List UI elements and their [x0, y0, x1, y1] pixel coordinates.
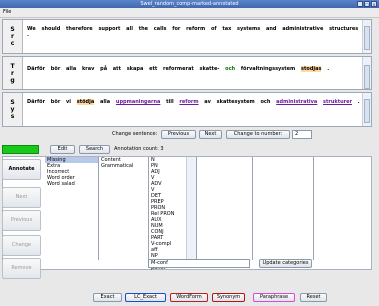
error-word[interactable]: stödja: [76, 99, 95, 105]
minimize-icon[interactable]: _: [357, 1, 363, 7]
marked-word[interactable]: administrativa: [276, 99, 317, 105]
lang-letter: g: [10, 76, 15, 84]
pos-list[interactable]: N PN ADJ V ADV V DET PREP PRON Rel PRON …: [149, 157, 197, 271]
reset-button[interactable]: Reset: [300, 293, 327, 302]
category-list[interactable]: Missing Extra Incorrect Word order Word …: [45, 157, 99, 260]
annotate-button[interactable]: Annotate: [2, 159, 41, 180]
lang-letter: r: [11, 69, 14, 77]
change-to-number-button[interactable]: Change to number:: [226, 130, 290, 139]
target-text: Därför bör alla krav på att skapa ett re…: [27, 66, 226, 72]
system-text: .: [352, 99, 360, 105]
synonym-button[interactable]: Synonym: [212, 293, 245, 302]
detail-list-2[interactable]: [253, 157, 314, 260]
system-scrollbar[interactable]: [362, 93, 371, 126]
lang-letter: y: [10, 106, 15, 113]
exact-button[interactable]: Exact: [93, 293, 122, 302]
source-panel: S r c We should therefore support all th…: [2, 19, 372, 54]
target-sentence[interactable]: Därför bör alla krav på att skapa ett re…: [27, 66, 361, 72]
lang-letter: c: [10, 40, 15, 47]
annotation-count: Annotation count: 3: [114, 146, 164, 152]
system-panel: S y s Därför bör vi stödja alla uppmanin…: [2, 92, 372, 127]
next-annotation-button[interactable]: Next: [2, 187, 41, 208]
system-text: till: [160, 99, 180, 105]
target-scrollbar[interactable]: [362, 57, 371, 89]
menubar: File: [0, 8, 379, 18]
system-text: alla: [94, 99, 116, 105]
lang-letter: S: [10, 26, 15, 33]
menu-file[interactable]: File: [3, 9, 11, 16]
target-panel: T r g Därför bör alla krav på att skapa …: [2, 56, 372, 90]
edit-button[interactable]: Edit: [50, 145, 75, 154]
subcategory-list[interactable]: Content Grammatical: [99, 157, 149, 260]
sentence-navigation: Change sentence: Previous Next Change to…: [0, 130, 379, 141]
update-categories-button[interactable]: Update categories: [259, 259, 312, 268]
remove-annotation-button[interactable]: Remove: [2, 258, 41, 279]
matched-word[interactable]: och: [225, 66, 235, 72]
system-text: av skattesystem och: [198, 99, 277, 105]
wordform-button[interactable]: WordForm: [170, 293, 208, 302]
lang-letter: S: [10, 99, 15, 106]
detail-list-1[interactable]: [197, 157, 253, 260]
target-lang-label: T r g: [3, 57, 23, 89]
scrollbar-thumb[interactable]: [364, 65, 370, 89]
window-controls: _ □ ×: [357, 1, 377, 7]
scrollbar-thumb[interactable]: [364, 26, 370, 50]
window-title: Swel_random_comp-marked-annotated: [140, 1, 239, 7]
previous-annotation-button[interactable]: Previous: [2, 210, 41, 231]
pos-list-scrollbar[interactable]: [186, 157, 196, 260]
lang-letter: T: [10, 62, 15, 70]
lang-letter: s: [10, 113, 15, 120]
previous-sentence-button[interactable]: Previous: [161, 130, 196, 139]
search-button[interactable]: Search: [79, 145, 110, 154]
list-item[interactable]: Grammatical: [99, 163, 148, 169]
source-lang-label: S r c: [3, 20, 23, 53]
scrollbar-thumb[interactable]: [364, 99, 370, 123]
system-sentence[interactable]: Därför bör vi stödja alla uppmaningarna …: [27, 99, 361, 105]
annotate-status-indicator: [2, 145, 39, 154]
maximize-icon[interactable]: □: [364, 1, 370, 7]
list-item[interactable]: Word salad: [45, 181, 98, 187]
marked-word[interactable]: reform: [179, 99, 198, 105]
source-sentence[interactable]: We should therefore support all the call…: [27, 26, 361, 38]
next-sentence-button[interactable]: Next: [199, 130, 222, 139]
marked-word[interactable]: uppmaningarna: [116, 99, 161, 105]
sentence-number-input[interactable]: 2: [292, 130, 312, 139]
detail-list-3[interactable]: [314, 157, 370, 260]
error-word[interactable]: stodjas: [301, 66, 322, 72]
target-text: .: [321, 66, 330, 72]
paraphrase-button[interactable]: Paraphrase: [253, 293, 295, 302]
marked-word[interactable]: strukturer: [323, 99, 352, 105]
lc-exact-button[interactable]: LC_Exact: [125, 293, 166, 302]
change-sentence-label: Change sentence:: [112, 131, 158, 137]
source-scrollbar[interactable]: [362, 20, 371, 53]
target-text: förvaltningssystem: [235, 66, 302, 72]
change-annotation-button[interactable]: Change: [2, 235, 41, 256]
system-text: Därför bör vi: [27, 99, 77, 105]
window-titlebar: Swel_random_comp-marked-annotated _ □ ×: [0, 0, 379, 8]
close-icon[interactable]: ×: [371, 1, 377, 7]
category-input[interactable]: M-conf: [148, 259, 250, 268]
system-lang-label: S y s: [3, 93, 23, 126]
lang-letter: r: [11, 33, 14, 40]
